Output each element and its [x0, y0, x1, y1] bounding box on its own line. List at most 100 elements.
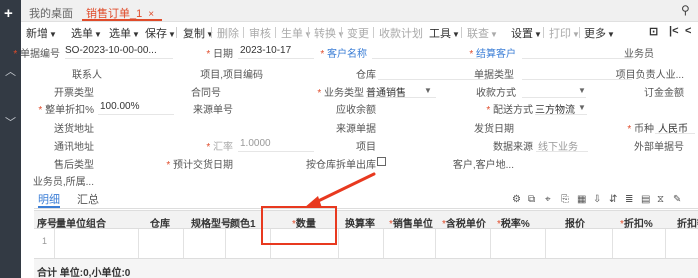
contact-label: 联系人 — [72, 70, 102, 81]
divider — [461, 27, 462, 38]
paste-icon[interactable]: ⎘ — [561, 194, 569, 205]
external-no-label: 外部单据号 — [634, 142, 684, 153]
col-conversion[interactable]: 换算率 — [345, 215, 375, 230]
edit-icon[interactable]: ✎ — [673, 194, 681, 205]
customer-underline — [372, 58, 482, 59]
col-unit-combo[interactable]: 量单位组合 — [56, 215, 106, 230]
locate-icon[interactable]: ⊡ — [649, 25, 658, 38]
detail-table-header: 序号 量单位组合 仓库 规格型号 颜色1 *数量 换算率 *销售单位 *含税单价… — [34, 210, 698, 230]
first-page-icon[interactable]: |< — [669, 25, 679, 37]
receipt-method-label: 收款方式 — [476, 88, 516, 99]
delete-button[interactable]: 删除 — [217, 25, 239, 41]
divider — [373, 27, 374, 38]
grid-line — [338, 229, 339, 258]
col-tax-price[interactable]: *含税单价 — [442, 215, 486, 230]
rate-label: 汇率 — [206, 138, 233, 153]
col-tax-rate[interactable]: *税率% — [497, 215, 530, 230]
left-rail: + ︿ ﹀ — [0, 0, 21, 278]
col-discount-amount[interactable]: 折扣额 — [677, 215, 698, 230]
date-value[interactable]: 2023-10-17 — [240, 45, 291, 56]
grid-line — [54, 229, 55, 258]
col-quote[interactable]: 报价 — [565, 215, 585, 230]
filter-icon[interactable]: ⧖ — [657, 194, 664, 205]
biz-type-underline — [366, 97, 436, 98]
grid-icon[interactable]: ▤ — [641, 194, 650, 205]
settings-icon[interactable]: ⚙ — [512, 194, 521, 205]
delivery-underline — [535, 114, 587, 115]
customer-label[interactable]: 客户名称 — [320, 45, 367, 60]
date-underline — [238, 58, 314, 59]
doc-no-label: 单据编号 — [13, 45, 60, 60]
receipt-method-dropdown-icon[interactable]: ▼ — [578, 86, 586, 95]
doc-no-value[interactable]: SO-2023-10-00-00... — [65, 45, 157, 56]
change-button[interactable]: 变更 — [347, 25, 369, 41]
active-tab-underline — [82, 19, 162, 21]
invoice-type-label: 开票类型 — [54, 88, 94, 99]
biz-type-label: 业务类型 — [317, 84, 364, 99]
grid-line — [545, 229, 546, 258]
ship-date-label: 发货日期 — [474, 124, 514, 135]
audit-button[interactable]: 审核 — [249, 25, 271, 41]
table-icon[interactable]: ▦ — [577, 194, 586, 205]
more-button[interactable]: 更多▼ — [584, 25, 615, 41]
grid-line — [383, 229, 384, 258]
chevron-down-icon[interactable]: ﹀ — [5, 118, 16, 129]
divider — [543, 27, 544, 38]
date-label: 日期 — [206, 45, 233, 60]
location-icon[interactable]: ⌖ — [545, 194, 551, 205]
currency-label: 币种 — [627, 120, 654, 135]
col-sales-unit[interactable]: *销售单位 — [389, 215, 433, 230]
col-warehouse[interactable]: 仓库 — [150, 215, 170, 230]
select-order2-button[interactable]: 选单▼ — [109, 25, 140, 41]
grid-line — [490, 229, 491, 258]
search-icon[interactable]: ⚲ — [681, 3, 690, 17]
copy-row-icon[interactable]: ⧉ — [528, 194, 535, 205]
col-spec[interactable]: 规格型号 — [191, 215, 231, 230]
divider — [211, 27, 212, 38]
settle-customer-underline — [522, 58, 632, 59]
copy-button[interactable]: 复制▼ — [183, 25, 214, 41]
col-color[interactable]: 颜色1 — [230, 215, 256, 230]
discount-underline — [98, 114, 174, 115]
select-order-button[interactable]: 选单▼ — [71, 25, 102, 41]
chevron-up-icon[interactable]: ︿ — [5, 67, 16, 78]
save-button[interactable]: 保存▼ — [145, 25, 176, 41]
split-icon[interactable]: ⇵ — [609, 194, 617, 205]
tab-home[interactable]: 我的桌面 — [29, 5, 73, 21]
comm-addr-label: 通讯地址 — [54, 142, 94, 153]
delivery-label: 配送方式 — [486, 101, 533, 116]
receipt-method-underline — [522, 97, 586, 98]
add-icon[interactable]: + — [4, 6, 13, 21]
discount-value[interactable]: 100.00% — [100, 101, 139, 112]
tools-button[interactable]: 工具▼ — [429, 25, 460, 41]
doc-no-underline — [65, 58, 173, 59]
tab-detail[interactable]: 明细 — [38, 191, 60, 207]
deposit-label: 订金金额 — [644, 88, 684, 99]
print-button[interactable]: 打印▼ — [549, 25, 580, 41]
col-discount[interactable]: *折扣% — [620, 215, 653, 230]
collection-plan-button[interactable]: 收款计划 — [379, 25, 423, 41]
divider — [341, 27, 342, 38]
divider — [176, 27, 177, 38]
customer-addr-label: 客户,客户地... — [452, 160, 514, 171]
divider — [275, 27, 276, 38]
delivery-dropdown-icon[interactable]: ▼ — [578, 103, 586, 112]
biz-type-dropdown-icon[interactable]: ▼ — [424, 86, 432, 95]
table-row-index: 1 — [42, 236, 48, 246]
grid-line — [225, 229, 226, 258]
col-index[interactable]: 序号 — [37, 215, 57, 230]
split-label: 按仓库拆单出库 — [306, 160, 376, 171]
new-button[interactable]: 新增▼ — [26, 25, 57, 41]
tab-summary[interactable]: 汇总 — [77, 191, 99, 207]
data-source-label: 数据来源 — [493, 142, 533, 153]
batch-icon[interactable]: ≣ — [625, 194, 633, 205]
split-checkbox[interactable] — [377, 157, 386, 166]
query-button[interactable]: 联查▼ — [467, 25, 498, 41]
grid-line — [183, 229, 184, 258]
source-no-label: 来源单号 — [193, 105, 233, 116]
settings-button[interactable]: 设置▼ — [511, 25, 542, 41]
import-icon[interactable]: ⇩ — [593, 194, 601, 205]
currency-underline — [655, 133, 695, 134]
after-sale-label: 售后类型 — [54, 160, 94, 171]
prev-page-icon[interactable]: < — [685, 25, 691, 37]
